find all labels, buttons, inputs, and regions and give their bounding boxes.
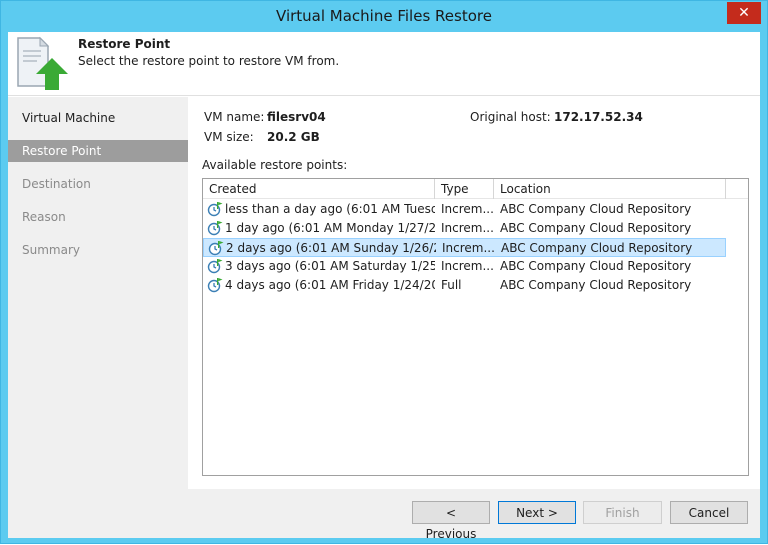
cell-type: Increm... [441, 202, 493, 216]
cell-location: ABC Company Cloud Repository [500, 202, 692, 216]
vm-size-field: VM size: [204, 130, 254, 144]
cell-location: ABC Company Cloud Repository [500, 259, 692, 273]
vm-name-value: filesrv04 [267, 110, 326, 124]
vm-size-label: VM size: [204, 130, 254, 144]
restore-points-list[interactable]: Created Type Location less than a day ag… [202, 178, 749, 476]
cell-location: ABC Company Cloud Repository [501, 241, 693, 255]
original-host-label: Original host: [470, 110, 551, 124]
title-bar[interactable]: Virtual Machine Files Restore ✕ [1, 1, 767, 32]
vm-size-value-wrap: 20.2 GB [267, 130, 320, 144]
cell-location: ABC Company Cloud Repository [500, 278, 692, 292]
original-host-value-wrap: 172.17.52.34 [554, 110, 643, 124]
restore-point-clock-flag-icon [207, 278, 223, 293]
previous-button[interactable]: < Previous [412, 501, 490, 541]
step-restore-point[interactable]: Restore Point [8, 140, 188, 162]
page-subtitle: Select the restore point to restore VM f… [78, 54, 340, 68]
table-row[interactable]: 3 days ago (6:01 AM Saturday 1/25/2... In… [203, 257, 726, 276]
restore-wizard-window: Virtual Machine Files Restore ✕ Restore … [0, 0, 768, 544]
cancel-button[interactable]: Cancel [670, 501, 748, 524]
vm-name-field: VM name: [204, 110, 264, 124]
column-header-type[interactable]: Type [435, 179, 494, 199]
restore-arrow-icon [17, 36, 68, 90]
cell-type: Increm... [441, 259, 493, 273]
vm-size-value: 20.2 GB [267, 130, 320, 144]
cell-created: less than a day ago (6:01 AM Tuesday... [225, 202, 435, 216]
step-reason: Reason [22, 210, 66, 224]
wizard-steps-sidebar: Virtual Machine Restore Point Destinatio… [8, 97, 188, 489]
cell-created: 2 days ago (6:01 AM Sunday 1/26/202... [226, 241, 436, 255]
vm-name-value-wrap: filesrv04 [267, 110, 326, 124]
step-summary: Summary [22, 243, 80, 257]
table-row[interactable]: 4 days ago (6:01 AM Friday 1/24/2020) Ful… [203, 276, 726, 295]
cell-type: Full [441, 278, 462, 292]
step-virtual-machine[interactable]: Virtual Machine [8, 107, 188, 129]
restore-point-clock-flag-icon [207, 221, 223, 236]
finish-button: Finish [583, 501, 662, 524]
vm-name-label: VM name: [204, 110, 265, 124]
restore-point-clock-flag-icon [207, 259, 223, 274]
cell-location: ABC Company Cloud Repository [500, 221, 692, 235]
restore-points-caption: Available restore points: [202, 158, 348, 172]
original-host-field: Original host: [470, 110, 551, 124]
table-row[interactable]: less than a day ago (6:01 AM Tuesday... I… [203, 200, 726, 219]
cell-created: 1 day ago (6:01 AM Monday 1/27/202... [225, 221, 435, 235]
main-panel: VM name: filesrv04 VM size: 20.2 GB Orig… [188, 97, 760, 489]
wizard-header: Restore Point Select the restore point t… [8, 32, 760, 96]
close-icon: ✕ [738, 5, 750, 21]
cell-created: 3 days ago (6:01 AM Saturday 1/25/2... [225, 259, 435, 273]
original-host-value: 172.17.52.34 [554, 110, 643, 124]
list-header: Created Type Location [203, 179, 748, 199]
next-button[interactable]: Next > [498, 501, 576, 524]
restore-point-clock-flag-icon [208, 241, 224, 256]
cell-type: Increm... [441, 221, 493, 235]
column-header-location[interactable]: Location [494, 179, 726, 199]
window-title: Virtual Machine Files Restore [276, 7, 492, 25]
cell-created: 4 days ago (6:01 AM Friday 1/24/2020) [225, 278, 435, 292]
wizard-footer: < Previous Next > Finish Cancel [8, 489, 760, 541]
table-row[interactable]: 2 days ago (6:01 AM Sunday 1/26/202... In… [203, 238, 726, 257]
column-header-created[interactable]: Created [203, 179, 435, 199]
close-button[interactable]: ✕ [727, 2, 761, 24]
wizard-body: Restore Point Select the restore point t… [8, 32, 760, 541]
cell-type: Increm... [442, 241, 494, 255]
restore-point-clock-flag-icon [207, 202, 223, 217]
table-row[interactable]: 1 day ago (6:01 AM Monday 1/27/202... Inc… [203, 219, 726, 238]
step-destination: Destination [22, 177, 91, 191]
page-title: Restore Point [78, 37, 171, 51]
